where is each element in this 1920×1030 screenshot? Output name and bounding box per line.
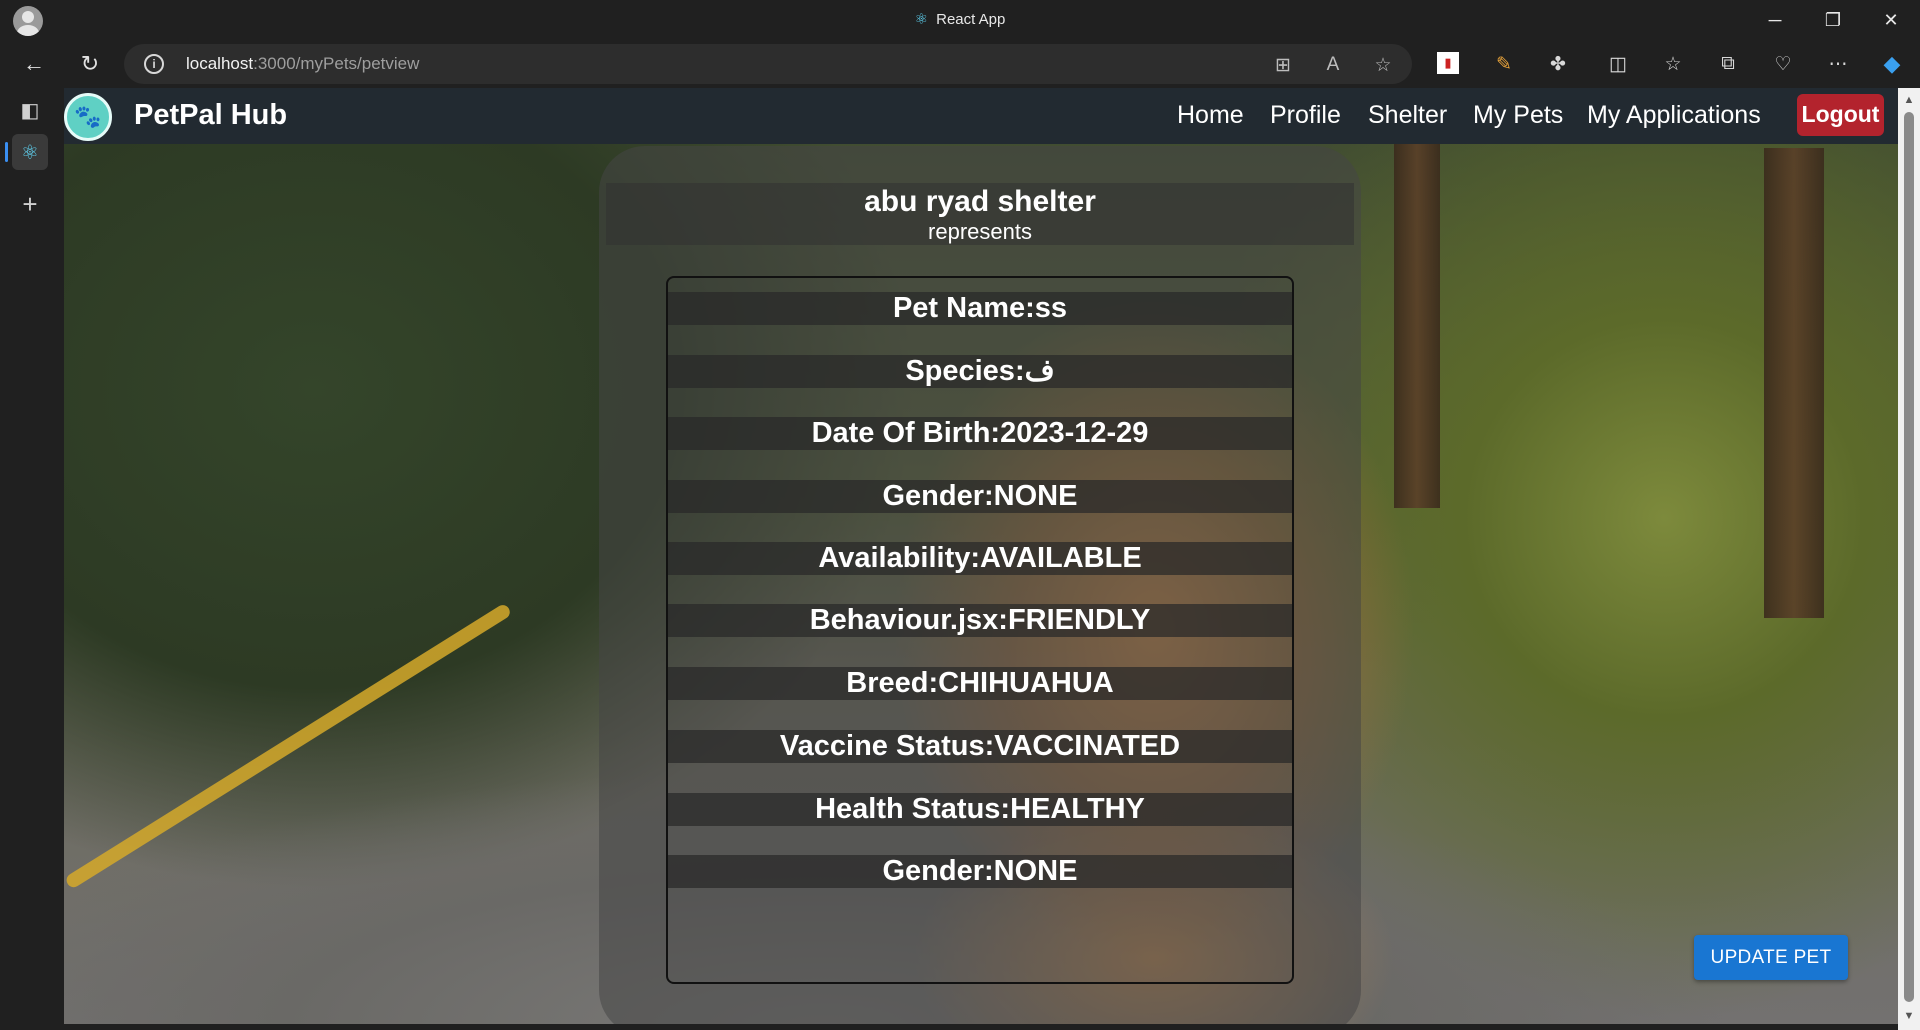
url-host: localhost — [186, 54, 254, 73]
browser-essentials-icon[interactable]: ♡ — [1771, 52, 1795, 76]
scroll-down-arrow-icon[interactable]: ▼ — [1898, 1006, 1920, 1026]
address-bar[interactable]: i localhost:3000/myPets/petview ⊞ A ☆ — [124, 44, 1412, 84]
page-viewport: 🐾 PetPal Hub Home Profile Shelter My Pet… — [64, 88, 1898, 1024]
pet-field-species: Species:ف — [668, 355, 1292, 388]
nav-link-shelter[interactable]: Shelter — [1368, 101, 1447, 130]
color-picker-extension-icon[interactable]: ✎ — [1492, 52, 1516, 76]
site-info-icon[interactable]: i — [144, 54, 164, 74]
collections-icon[interactable]: ⧉ — [1716, 52, 1740, 76]
pet-field-breed: Breed:CHIHUAHUA — [668, 667, 1292, 700]
extensions-puzzle-icon[interactable]: ✤ — [1546, 52, 1570, 76]
close-icon[interactable]: ✕ — [1868, 4, 1914, 36]
new-tab-icon[interactable]: + — [12, 186, 48, 222]
nav-link-profile[interactable]: Profile — [1270, 101, 1341, 130]
shelter-name: abu ryad shelter — [864, 185, 1096, 218]
url-text[interactable]: localhost:3000/myPets/petview — [186, 54, 419, 74]
pet-field-vaccine-status: Vaccine Status:VACCINATED — [668, 730, 1292, 763]
minimize-icon[interactable]: ─ — [1752, 4, 1798, 36]
favorite-star-icon[interactable]: ☆ — [1370, 52, 1396, 78]
background-tree-trunk — [1764, 148, 1824, 618]
url-path: :3000/myPets/petview — [253, 54, 420, 73]
background-road-line — [64, 602, 513, 890]
pet-field-gender: Gender:NONE — [668, 855, 1292, 888]
more-options-icon[interactable]: ⋯ — [1826, 52, 1850, 76]
shelter-header: abu ryad shelter represents — [606, 183, 1354, 245]
nav-link-my-pets[interactable]: My Pets — [1473, 101, 1563, 130]
react-tab-icon: ⚛ — [914, 11, 929, 28]
read-aloud-icon[interactable]: A — [1320, 52, 1346, 78]
pet-field-health-status: Health Status:HEALTHY — [668, 793, 1292, 826]
split-screen-icon[interactable]: ◫ — [1606, 52, 1630, 76]
scroll-up-arrow-icon[interactable]: ▲ — [1898, 90, 1920, 110]
pet-field-date-of-birth: Date Of Birth:2023-12-29 — [668, 417, 1292, 450]
page-scrollbar[interactable]: ▲ ▼ — [1898, 88, 1920, 1030]
window-title-text: React App — [936, 11, 1006, 28]
pet-field-name: Pet Name:ss — [668, 292, 1292, 325]
vertical-tabs-sidebar: ◧ ⚛ + — [0, 88, 64, 1030]
favorites-icon[interactable]: ☆ — [1661, 52, 1685, 76]
restore-icon[interactable]: ❐ — [1810, 4, 1856, 36]
paw-icon: 🐾 — [74, 104, 102, 129]
window-title: ⚛ React App — [0, 10, 1920, 28]
pet-view-card: abu ryad shelter represents Pet Name:ss … — [599, 146, 1361, 1024]
browser-toolbar: ← ↻ i localhost:3000/myPets/petview ⊞ A … — [0, 40, 1920, 88]
pet-field-availability: Availability:AVAILABLE — [668, 542, 1292, 575]
copilot-icon[interactable]: ◆ — [1880, 51, 1904, 76]
back-icon[interactable]: ← — [18, 48, 50, 80]
logout-button[interactable]: Logout — [1797, 94, 1884, 136]
nav-link-my-applications[interactable]: My Applications — [1587, 101, 1761, 130]
extension-icon[interactable]: ▮ — [1437, 52, 1459, 74]
browser-title-bar: ⚛ React App ─ ❐ ✕ — [0, 0, 1920, 40]
tab-actions-icon[interactable]: ◧ — [12, 92, 48, 128]
refresh-icon[interactable]: ↻ — [74, 48, 106, 80]
app-available-icon[interactable]: ⊞ — [1270, 52, 1296, 78]
brand-title[interactable]: PetPal Hub — [134, 99, 287, 132]
petpal-logo[interactable]: 🐾 — [64, 93, 112, 141]
scrollbar-thumb[interactable] — [1904, 112, 1914, 1002]
pet-field-gender: Gender:NONE — [668, 480, 1292, 513]
pet-details-box: Pet Name:ss Species:ف Date Of Birth:2023… — [666, 276, 1294, 984]
update-pet-button[interactable]: UPDATE PET — [1694, 935, 1848, 980]
shelter-subtitle: represents — [928, 219, 1032, 244]
react-app-tab-icon[interactable]: ⚛ — [5, 134, 48, 170]
nav-link-home[interactable]: Home — [1177, 101, 1244, 130]
pet-field-behaviour: Behaviour.jsx:FRIENDLY — [668, 604, 1292, 637]
background-tree-trunk — [1394, 128, 1440, 508]
site-navbar: 🐾 PetPal Hub Home Profile Shelter My Pet… — [64, 88, 1898, 144]
